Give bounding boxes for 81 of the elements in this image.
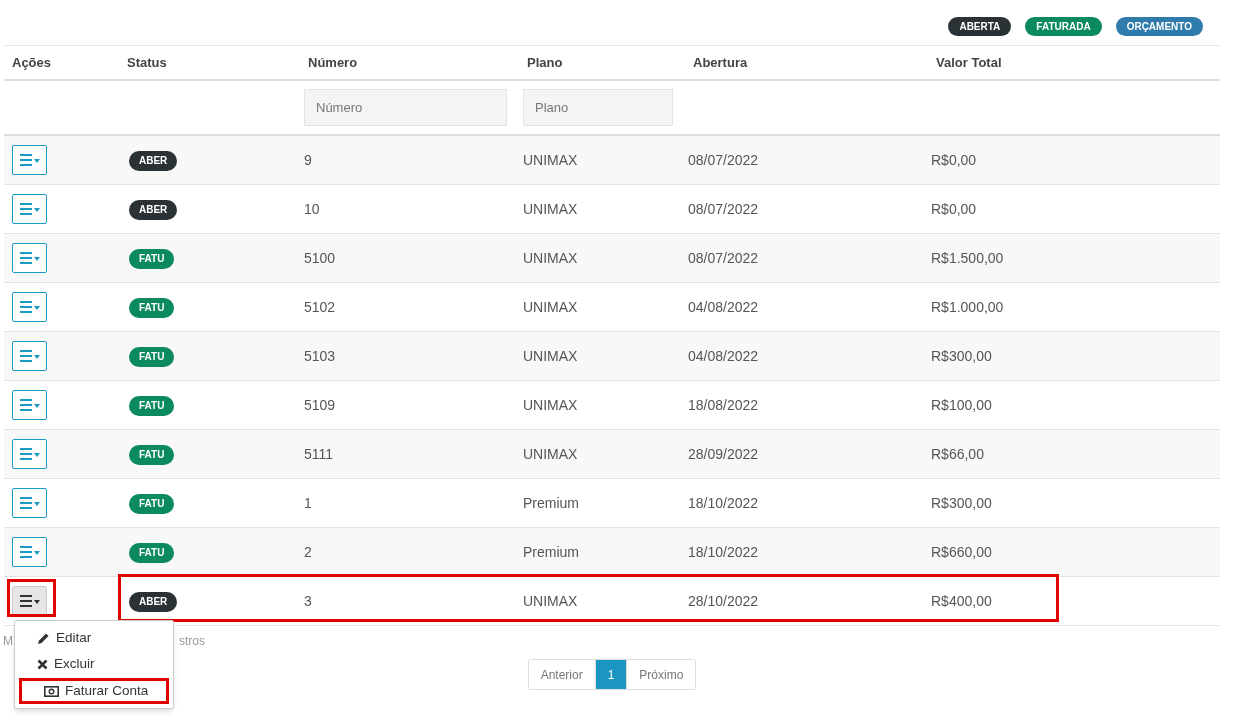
table-cell: UNIMAX — [523, 200, 578, 217]
table-cell: 5111 — [304, 445, 334, 462]
table-cell: R$660,00 — [931, 543, 992, 560]
column-header: Valor Total — [936, 55, 1002, 70]
column-header: Plano — [527, 55, 563, 70]
table-cell: R$66,00 — [931, 445, 984, 462]
table-cell: 5109 — [304, 396, 336, 413]
table-cell: 2 — [304, 543, 312, 560]
menu-item[interactable]: Excluir — [15, 651, 173, 677]
status-legend-badge: ORÇAMENTO — [1115, 17, 1203, 36]
status-badge: ABER — [129, 592, 178, 612]
table-cell: 04/08/2022 — [688, 298, 759, 315]
table-cell: R$100,00 — [931, 396, 992, 413]
table-cell: R$1.500,00 — [931, 249, 1004, 266]
filter-field[interactable]: Plano — [523, 89, 673, 126]
column-header: Status — [127, 55, 167, 70]
menu-caret-icon — [19, 350, 40, 362]
menu-item[interactable]: Faturar Conta — [19, 678, 169, 704]
status-badge: ABER — [129, 151, 178, 171]
table-cell: UNIMAX — [523, 592, 578, 609]
column-header: Número — [308, 55, 358, 70]
banknote-icon — [44, 685, 59, 697]
menu-caret-icon — [19, 399, 40, 411]
table-cell: UNIMAX — [523, 298, 578, 315]
table-cell: UNIMAX — [523, 347, 578, 364]
table-cell: 04/08/2022 — [688, 347, 759, 364]
actions-menu-button[interactable] — [12, 586, 47, 616]
table-cell: 18/10/2022 — [688, 543, 759, 560]
menu-caret-icon — [19, 595, 40, 607]
table-cell: R$0,00 — [931, 151, 977, 168]
status-badge: FATU — [129, 494, 175, 514]
table-cell: R$300,00 — [931, 347, 992, 364]
table-cell: 5103 — [304, 347, 336, 364]
menu-caret-icon — [19, 154, 40, 166]
pagination-button[interactable]: Próximo — [626, 660, 696, 689]
menu-caret-icon — [19, 497, 40, 509]
table-cell: 5100 — [304, 249, 336, 266]
table-cell: UNIMAX — [523, 396, 578, 413]
table-cell: UNIMAX — [523, 445, 578, 462]
table-cell: 18/08/2022 — [688, 396, 759, 413]
status-badge: FATU — [129, 445, 175, 465]
table-cell: 08/07/2022 — [688, 200, 759, 217]
table-cell: R$400,00 — [931, 592, 992, 609]
status-badge: ABER — [129, 200, 178, 220]
close-icon — [37, 658, 48, 670]
status-badge: FATU — [129, 347, 175, 367]
records-info-text: stros — [179, 633, 205, 650]
table-cell: R$1.000,00 — [931, 298, 1004, 315]
table-cell: 5102 — [304, 298, 336, 315]
status-legend-badge: FATURADA — [1025, 17, 1102, 36]
table-cell: 28/09/2022 — [688, 445, 759, 462]
table-cell: 9 — [304, 151, 312, 168]
status-badge: FATU — [129, 396, 175, 416]
status-badge: FATU — [129, 298, 175, 318]
records-info-text: M — [3, 633, 13, 650]
column-header: Abertura — [693, 55, 748, 70]
table-cell: R$0,00 — [931, 200, 977, 217]
column-header: Ações — [12, 55, 52, 70]
table-cell: 18/10/2022 — [688, 494, 759, 511]
table-cell: Premium — [523, 543, 579, 560]
pencil-icon — [37, 631, 50, 645]
table-cell: 28/10/2022 — [688, 592, 759, 609]
table-cell: 3 — [304, 592, 312, 609]
table-cell: Premium — [523, 494, 579, 511]
table-cell: 08/07/2022 — [688, 151, 759, 168]
table-cell: UNIMAX — [523, 151, 578, 168]
table-cell: 10 — [304, 200, 320, 217]
table-cell: UNIMAX — [523, 249, 578, 266]
menu-caret-icon — [19, 546, 40, 558]
menu-caret-icon — [19, 203, 40, 215]
menu-item[interactable]: Editar — [15, 625, 173, 651]
table-cell: R$300,00 — [931, 494, 992, 511]
table-cell: 1 — [304, 494, 312, 511]
status-badge: FATU — [129, 249, 175, 269]
menu-caret-icon — [19, 301, 40, 313]
status-badge: FATU — [129, 543, 175, 563]
menu-caret-icon — [19, 448, 40, 460]
table-cell: 08/07/2022 — [688, 249, 759, 266]
status-legend-badge: ABERTA — [948, 17, 1012, 36]
filter-field[interactable]: Número — [304, 89, 507, 126]
menu-caret-icon — [19, 252, 40, 264]
